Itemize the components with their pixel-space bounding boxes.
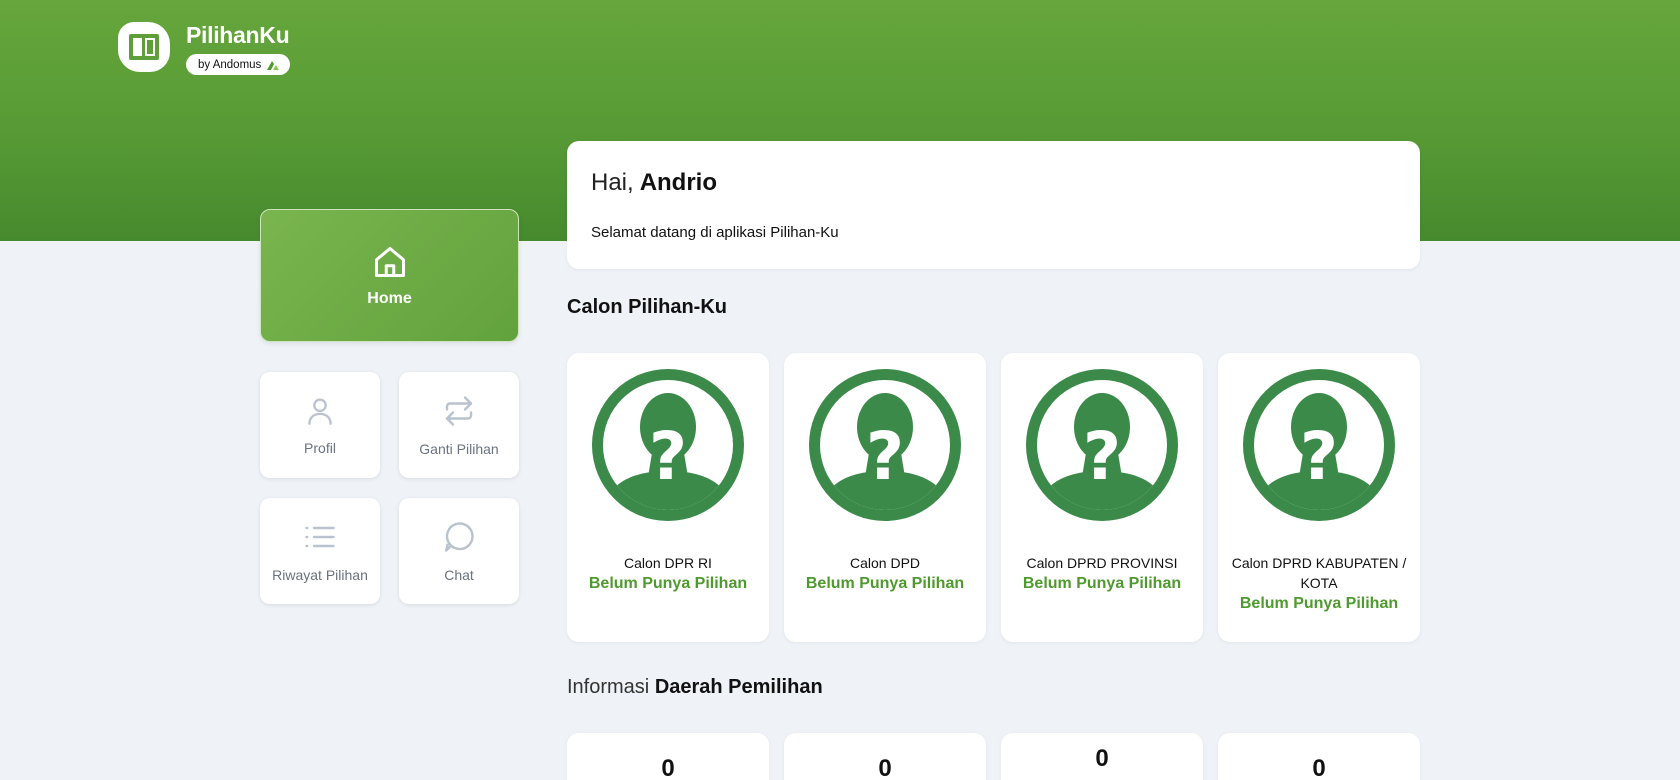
svg-text:?: ? bbox=[866, 418, 904, 495]
brand[interactable]: PilihanKu by Andomus bbox=[118, 22, 291, 75]
chat-bubble-icon bbox=[445, 522, 474, 552]
unknown-person-icon: ? bbox=[1026, 369, 1178, 521]
greeting-prefix: Hai, bbox=[591, 169, 634, 196]
candidate-card-dpd[interactable]: ? Calon DPD Belum Punya Pilihan bbox=[784, 353, 986, 642]
list-icon bbox=[305, 526, 335, 548]
candidate-label: Calon DPRD KABUPATEN / KOTA bbox=[1231, 555, 1407, 591]
sidebar-item-label: Ganti Pilihan bbox=[419, 441, 499, 457]
unknown-person-icon: ? bbox=[1243, 369, 1395, 521]
candidate-status: Belum Punya Pilihan bbox=[805, 575, 965, 592]
dapil-card[interactable]: 0 bbox=[1218, 733, 1420, 780]
dapil-count: 0 bbox=[661, 755, 675, 780]
sidebar-item-riwayat-pilihan[interactable]: Riwayat Pilihan bbox=[260, 498, 380, 604]
dapil-count: 0 bbox=[1312, 755, 1326, 780]
candidate-card-dpr-ri[interactable]: ? Calon DPR RI Belum Punya Pilihan bbox=[567, 353, 769, 642]
dapil-card[interactable]: 0 bbox=[1001, 733, 1203, 780]
andomus-icon bbox=[267, 60, 280, 70]
section-title-dapil: Informasi Daerah Pemilihan bbox=[567, 676, 823, 699]
dapil-count: 0 bbox=[878, 755, 892, 780]
candidate-status: Belum Punya Pilihan bbox=[588, 575, 748, 592]
section-title-light: Informasi bbox=[567, 676, 650, 698]
svg-text:?: ? bbox=[1083, 418, 1121, 495]
sidebar-item-ganti-pilihan[interactable]: Ganti Pilihan bbox=[399, 372, 519, 478]
brand-name: PilihanKu bbox=[186, 22, 290, 48]
sidebar-item-label: Profil bbox=[304, 440, 336, 456]
sidebar-item-label: Home bbox=[367, 289, 412, 307]
dapil-count: 0 bbox=[1095, 745, 1109, 772]
section-title-bold: Daerah Pemilihan bbox=[654, 676, 823, 698]
home-icon bbox=[374, 246, 405, 277]
section-title-candidates: Calon Pilihan-Ku bbox=[567, 296, 727, 318]
unknown-person-icon: ? bbox=[809, 369, 961, 521]
dapil-card[interactable]: 0 bbox=[784, 733, 986, 780]
dapil-card[interactable]: 0 bbox=[567, 733, 769, 780]
greeting-title: Hai, Andrio bbox=[591, 169, 717, 197]
logo-icon bbox=[118, 22, 170, 72]
candidate-label: Calon DPR RI bbox=[624, 555, 712, 571]
user-icon bbox=[308, 398, 332, 425]
sidebar-item-profil[interactable]: Profil bbox=[260, 372, 380, 478]
candidate-status: Belum Punya Pilihan bbox=[1239, 595, 1399, 612]
user-name: Andrio bbox=[639, 169, 718, 196]
sidebar-item-label: Riwayat Pilihan bbox=[272, 567, 368, 583]
candidate-label: Calon DPD bbox=[849, 555, 921, 571]
sidebar-item-label: Chat bbox=[444, 567, 474, 583]
swap-icon bbox=[445, 396, 473, 426]
svg-text:?: ? bbox=[649, 418, 687, 495]
sidebar-item-home[interactable]: Home bbox=[260, 209, 519, 342]
brand-badge-text: by Andomus bbox=[198, 58, 262, 71]
candidate-card-dprd-kabupaten[interactable]: ? Calon DPRD KABUPATEN / KOTA Belum Puny… bbox=[1218, 353, 1420, 642]
candidate-status: Belum Punya Pilihan bbox=[1022, 575, 1182, 592]
brand-badge: by Andomus bbox=[186, 54, 291, 75]
svg-text:?: ? bbox=[1300, 418, 1338, 495]
unknown-person-icon: ? bbox=[592, 369, 744, 521]
sidebar-item-chat[interactable]: Chat bbox=[399, 498, 519, 604]
candidate-label: Calon DPRD PROVINSI bbox=[1026, 555, 1178, 571]
candidate-card-dprd-provinsi[interactable]: ? Calon DPRD PROVINSI Belum Punya Piliha… bbox=[1001, 353, 1203, 642]
greeting-card: Hai, Andrio Selamat datang di aplikasi Pi… bbox=[567, 141, 1420, 269]
greeting-subtitle: Selamat datang di aplikasi Pilihan-Ku bbox=[591, 224, 839, 241]
